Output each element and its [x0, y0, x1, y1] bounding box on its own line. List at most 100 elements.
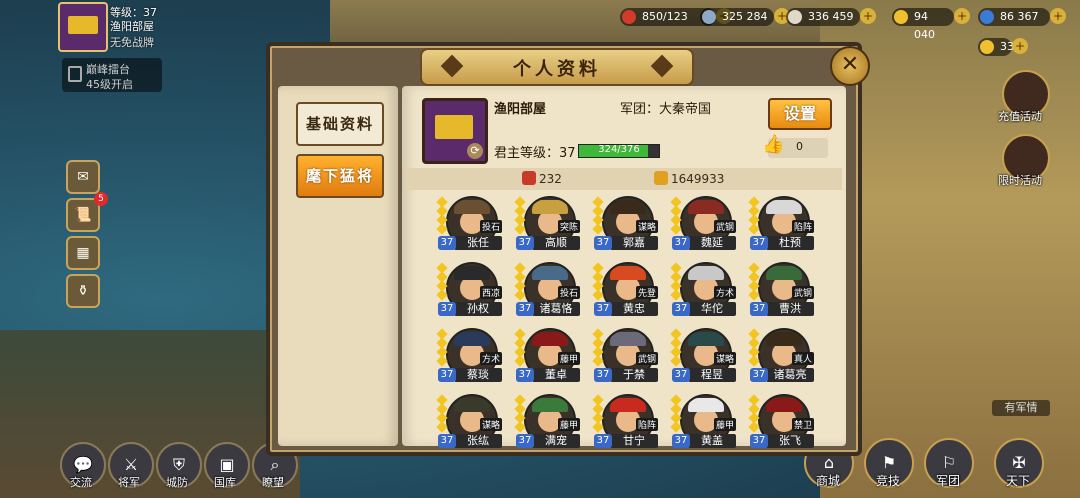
hero-card[interactable]: 西凉 孙权 37	[436, 262, 504, 324]
hero-card[interactable]: 谋略 郭嘉 37	[592, 196, 660, 258]
resource-coin[interactable]: 335 +	[978, 38, 1028, 56]
hero-helmet	[532, 398, 568, 412]
hero-card[interactable]: 投石 诸葛恪 37	[514, 262, 582, 324]
hero-name: 高顺	[532, 236, 580, 250]
army-alert-tag[interactable]: 有军情	[992, 400, 1050, 416]
hero-card[interactable]: 武钢 曹洪 37	[748, 262, 816, 324]
hero-stars	[592, 196, 604, 238]
might-value: 232	[539, 172, 562, 186]
hero-card[interactable]: 陷阵 杜预 37	[748, 196, 816, 258]
resource-value: 86 367	[1000, 10, 1039, 23]
tab-basic-info[interactable]: 基础资料	[296, 102, 384, 146]
hero-card[interactable]: 武钢 魏延 37	[670, 196, 738, 258]
hero-helmet	[610, 398, 646, 412]
star-icon	[592, 355, 604, 367]
player-avatar[interactable]	[58, 2, 108, 52]
hero-name: 董卓	[532, 368, 580, 382]
star-icon	[670, 421, 682, 433]
hero-helmet	[454, 266, 490, 280]
hero-card[interactable]: 方术 蔡琰 37	[436, 328, 504, 390]
add-gold-button[interactable]: +	[954, 8, 970, 24]
hero-stars	[670, 394, 682, 436]
bag-icon[interactable]: ⚱	[66, 274, 100, 308]
star-icon	[514, 421, 526, 433]
arena-icon: ⚑	[881, 453, 897, 472]
hero-level: 37	[438, 368, 456, 382]
star-icon	[592, 421, 604, 433]
hero-level: 37	[516, 236, 534, 250]
defense-icon: ⛨	[172, 455, 185, 474]
hero-card[interactable]: 禁卫 张飞 37	[748, 394, 816, 456]
hero-stars	[592, 328, 604, 370]
telescope-icon: ⌕	[270, 455, 280, 474]
hero-card[interactable]: 谋略 程昱 37	[670, 328, 738, 390]
hero-helmet	[766, 332, 802, 346]
resource-meat[interactable]: 336 459 +	[786, 8, 876, 26]
hero-card[interactable]: 藤甲 黄盖 37	[670, 394, 738, 456]
hero-helmet	[610, 332, 646, 346]
resource-gold[interactable]: 94 040 +	[892, 8, 970, 41]
hero-type: 藤甲	[557, 418, 580, 431]
meat-icon	[788, 10, 802, 24]
hero-name: 黄忠	[610, 302, 658, 316]
peak-arena-button[interactable]: 巅峰擂台 45级开启	[62, 58, 162, 92]
nav-label: 瞭望	[262, 476, 284, 489]
treasury-icon: ▣	[219, 455, 235, 474]
hero-card[interactable]: 方术 华佗 37	[670, 262, 738, 324]
hero-card[interactable]: 藤甲 满宠 37	[514, 394, 582, 456]
nav-label: 交流	[70, 476, 92, 489]
nav-label: 天下	[1005, 474, 1030, 488]
hero-level: 37	[438, 236, 456, 250]
hero-helmet	[766, 266, 802, 280]
hero-card[interactable]: 真人 诸葛亮 37	[748, 328, 816, 390]
profile-avatar[interactable]: ⟳	[422, 98, 488, 164]
lord-level-label: 君主等级：37	[494, 146, 576, 161]
star-icon	[592, 223, 604, 235]
throne-icon	[68, 16, 98, 34]
hero-card[interactable]: 先登 黄忠 37	[592, 262, 660, 324]
tab-generals[interactable]: 麾下猛将	[296, 154, 384, 198]
hero-helmet	[688, 398, 724, 412]
fist-icon	[654, 171, 668, 185]
star-icon	[670, 355, 682, 367]
nav-label: 竞技	[875, 474, 900, 488]
hero-stars	[436, 262, 448, 304]
hero-level: 37	[516, 434, 534, 448]
resource-gem[interactable]: 86 367 +	[978, 8, 1066, 26]
hero-card[interactable]: 谋略 张纮 37	[436, 394, 504, 456]
hero-name: 孙权	[454, 302, 502, 316]
resource-value: 94 040	[914, 10, 935, 41]
add-gem-button[interactable]: +	[1050, 8, 1066, 24]
thumbs-up-icon[interactable]: 👍	[762, 134, 784, 155]
resource-value: 850/123	[642, 10, 688, 23]
xp-text: 324/376	[598, 144, 640, 155]
star-icon	[436, 223, 448, 235]
silver-icon	[702, 10, 716, 24]
profile-name: 渔阳部屋	[494, 102, 547, 117]
player-card[interactable]: 等级：37 渔阳部屋 无免战牌	[58, 2, 208, 52]
resource-silver[interactable]: 325 284 +	[700, 8, 790, 26]
settings-button[interactable]: 设置	[768, 98, 832, 130]
lock-icon	[68, 66, 82, 82]
hero-level: 37	[672, 434, 690, 448]
gold-icon	[894, 10, 908, 24]
hero-card[interactable]: 投石 张任 37	[436, 196, 504, 258]
star-icon	[592, 289, 604, 301]
hero-card[interactable]: 突陈高顺 37	[514, 196, 582, 258]
book-left-page: 基础资料 麾下猛将	[278, 86, 398, 446]
hero-name: 诸葛亮	[766, 368, 814, 382]
hero-type: 突陈	[557, 220, 580, 233]
hero-level: 37	[750, 236, 768, 250]
hero-card[interactable]: 藤甲 董卓 37	[514, 328, 582, 390]
mail-icon[interactable]: ✉	[66, 160, 100, 194]
swap-avatar-icon[interactable]: ⟳	[467, 143, 483, 159]
add-coin-button[interactable]: +	[1012, 38, 1028, 54]
close-button[interactable]: ✕	[830, 46, 870, 86]
hero-type: 谋略	[635, 220, 658, 233]
calendar-icon[interactable]: ▦	[66, 236, 100, 270]
hero-card[interactable]: 陷阵 甘宁 37	[592, 394, 660, 456]
activity-label: 限时活动	[998, 174, 1042, 187]
likes-box[interactable]: 👍 0	[762, 134, 828, 158]
hero-card[interactable]: 武钢 于禁 37	[592, 328, 660, 390]
add-meat-button[interactable]: +	[860, 8, 876, 24]
